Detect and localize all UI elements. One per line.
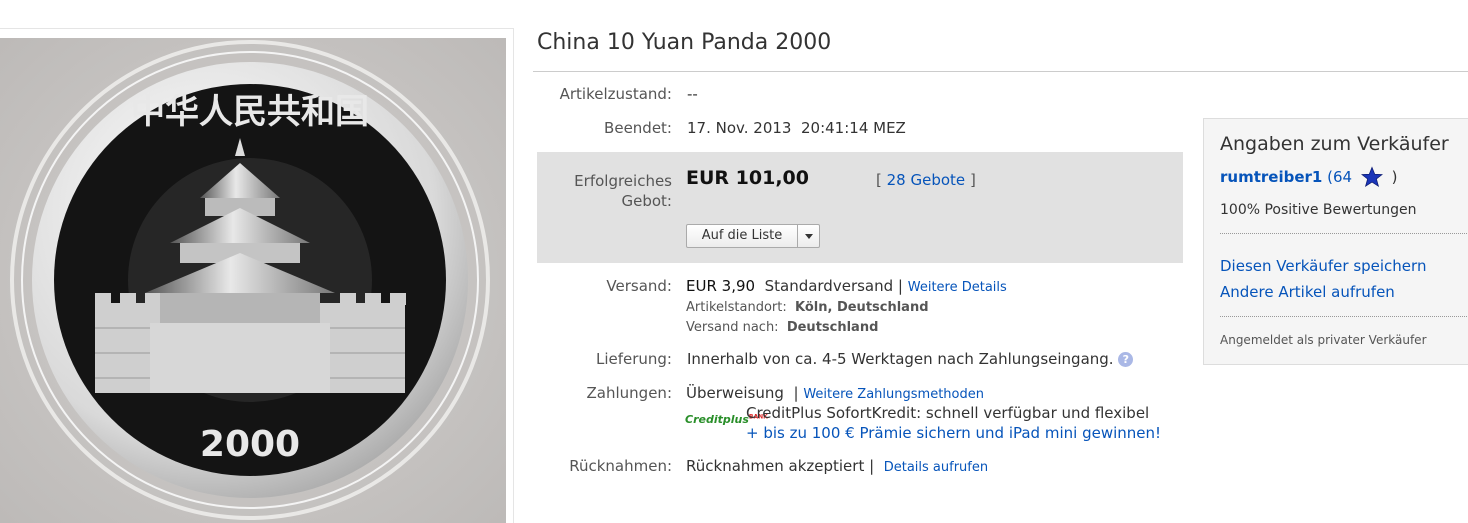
ships-to-label: Versand nach: — [686, 320, 779, 335]
seller-name-link[interactable]: rumtreiber1 — [1220, 168, 1322, 186]
save-seller-link[interactable]: Diesen Verkäufer speichern — [1220, 257, 1426, 275]
returns-details-link[interactable]: Details aufrufen — [884, 460, 988, 475]
item-location-label: Artikelstandort: — [686, 300, 787, 315]
payment-value: Überweisung | Weitere Zahlungsmethoden — [686, 384, 984, 402]
winning-bid-price: EUR 101,00 — [686, 167, 809, 189]
ships-to: Versand nach: Deutschland — [686, 320, 878, 335]
coin-inscription: 中华人民共和国 — [131, 92, 369, 132]
returns-value: Rücknahmen akzeptiert | Details aufrufen — [686, 457, 988, 475]
ended-value: 17. Nov. 2013 20:41:14 MEZ — [687, 119, 906, 137]
blue-star-icon — [1360, 166, 1383, 192]
shipping-details-link[interactable]: Weitere Details — [908, 280, 1007, 295]
payment-method: Überweisung — [686, 384, 784, 402]
ships-to-value: Deutschland — [786, 320, 879, 335]
chevron-down-icon — [805, 234, 813, 239]
seller-name-row: rumtreiber1 (64 ) — [1220, 166, 1398, 192]
title-divider — [533, 71, 1468, 72]
coin-year: 2000 — [200, 424, 300, 465]
bid-history-link[interactable]: 28 Gebote — [887, 171, 966, 189]
delivery-text: Innerhalb von ca. 4-5 Werktagen nach Zah… — [687, 350, 1114, 368]
help-icon[interactable]: ? — [1118, 352, 1134, 367]
winning-bid-label-line2: Gebot: — [621, 192, 673, 210]
item-title: China 10 Yuan Panda 2000 — [537, 30, 832, 55]
seller-heading: Angaben zum Verkäufer — [1220, 133, 1449, 155]
shipping-method: Standardversand | — [764, 277, 903, 295]
more-payment-methods-link[interactable]: Weitere Zahlungsmethoden — [803, 387, 984, 402]
seller-info-panel: Angaben zum Verkäufer rumtreiber1 (64 ) … — [1203, 118, 1468, 365]
winning-bid-label-line1: Erfolgreiches — [574, 172, 672, 190]
bid-count: [ 28 Gebote ] — [876, 171, 976, 189]
payment-separator: | — [793, 384, 799, 402]
seller-positive-feedback: 100% Positive Bewertungen — [1220, 202, 1417, 218]
seller-divider-2 — [1220, 316, 1468, 317]
watchlist-dropdown-button[interactable] — [797, 225, 820, 247]
bid-count-open: [ — [876, 171, 882, 189]
condition-label: Artikelzustand: — [559, 85, 672, 103]
item-location: Artikelstandort: Köln, Deutschland — [686, 300, 929, 315]
credit-offer-text: CreditPlus SofortKredit: schnell verfügb… — [746, 404, 1150, 422]
seller-divider-1 — [1220, 233, 1468, 234]
seller-other-items-link[interactable]: Andere Artikel aufrufen — [1220, 283, 1395, 301]
ended-label: Beendet: — [604, 119, 672, 137]
add-to-watchlist-button[interactable]: Auf die Liste — [686, 224, 820, 248]
payment-label: Zahlungen: — [586, 384, 672, 402]
private-seller-note: Angemeldet als privater Verkäufer — [1220, 333, 1427, 347]
winning-bid-label: Erfolgreiches Gebot: — [536, 171, 672, 211]
seller-feedback-score[interactable]: (64 — [1327, 168, 1352, 186]
item-photo[interactable]: 中华人民共和国 2000 — [0, 38, 506, 523]
ended-time: 20:41:14 MEZ — [801, 119, 906, 137]
condition-value: -- — [687, 85, 698, 103]
watchlist-label[interactable]: Auf die Liste — [687, 225, 797, 247]
returns-text: Rücknahmen akzeptiert | — [686, 457, 875, 475]
returns-label: Rücknahmen: — [569, 457, 672, 475]
creditplus-logo-text: Creditplus — [685, 413, 749, 426]
shipping-price: EUR 3,90 — [686, 277, 756, 295]
seller-feedback-close: ) — [1391, 168, 1398, 186]
item-location-value: Köln, Deutschland — [795, 300, 929, 315]
shipping-value: EUR 3,90 Standardversand | Weitere Detai… — [686, 277, 1007, 295]
column-divider — [513, 28, 514, 523]
delivery-label: Lieferung: — [595, 350, 672, 368]
top-divider — [0, 28, 513, 29]
bid-count-close: ] — [969, 171, 976, 189]
ended-date: 17. Nov. 2013 — [687, 119, 792, 137]
credit-promo-link[interactable]: + bis zu 100 € Prämie sichern und iPad m… — [746, 424, 1161, 442]
shipping-label: Versand: — [606, 277, 672, 295]
delivery-value: Innerhalb von ca. 4-5 Werktagen nach Zah… — [687, 350, 1134, 368]
